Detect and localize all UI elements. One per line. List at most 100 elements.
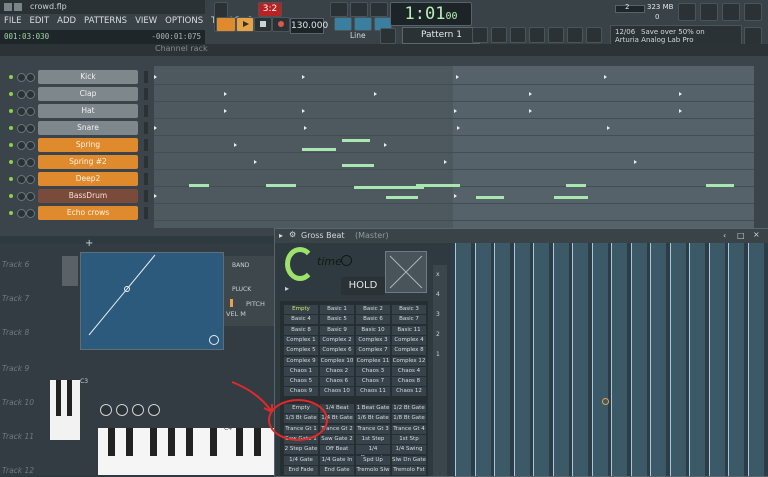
time-preset-button[interactable]: Chaos 5 [284, 377, 318, 387]
undo-icon[interactable] [678, 3, 696, 21]
menu-edit[interactable]: EDIT [26, 14, 54, 28]
menu-add[interactable]: ADD [53, 14, 80, 28]
black-key[interactable] [126, 428, 133, 456]
pan-knob[interactable] [17, 107, 26, 116]
pattern-mode-button[interactable] [216, 17, 236, 32]
step-marker[interactable] [456, 75, 459, 79]
channel-button[interactable]: Snare [38, 121, 138, 135]
channel-led-icon[interactable] [9, 92, 13, 96]
time-preset-button[interactable]: Basic 2 [356, 305, 390, 314]
time-preset-button[interactable]: Chaos 10 [320, 387, 354, 397]
note-bar[interactable] [342, 139, 370, 142]
volume-preset-button[interactable]: 1/4 Gate Out [284, 455, 318, 472]
time-preset-button[interactable]: Chaos 1 [284, 366, 318, 376]
black-key[interactable] [210, 428, 217, 456]
time-preset-button[interactable]: Chaos 9 [284, 387, 318, 397]
xy-pad[interactable] [385, 251, 427, 293]
volume-preset-button[interactable]: Tremolo Slw [356, 465, 390, 475]
time-preset-button[interactable]: Basic 4 [284, 315, 318, 325]
channel-led-icon[interactable] [9, 109, 13, 113]
pan-knob[interactable] [17, 192, 26, 201]
step-marker[interactable] [529, 92, 532, 96]
step-marker[interactable] [304, 126, 307, 130]
channel-led-icon[interactable] [9, 75, 13, 79]
step-marker[interactable] [457, 126, 460, 130]
grid-step-column[interactable] [513, 243, 530, 476]
envelope-editor[interactable] [80, 252, 224, 350]
time-preset-button[interactable]: Basic 1 [320, 305, 354, 314]
countdown-button[interactable] [370, 2, 388, 17]
volume-preset-button[interactable]: 1/4 Dynamic [356, 445, 390, 461]
time-preset-button[interactable]: Basic 8 [284, 325, 318, 335]
step-marker[interactable] [254, 160, 257, 164]
time-preset-button[interactable]: Basic 6 [356, 315, 390, 325]
plugin-database-icon[interactable] [567, 27, 583, 43]
volume-preset-button[interactable]: 1/4 Swing [392, 445, 426, 455]
channel-button[interactable]: Deep2 [38, 172, 138, 186]
step-marker[interactable] [154, 194, 157, 198]
step-lane[interactable] [154, 206, 754, 221]
hold-button[interactable]: HOLD [341, 277, 385, 295]
play-button[interactable] [236, 17, 254, 32]
window-control-icon[interactable] [4, 3, 12, 11]
time-preset-button[interactable]: Basic 10 [356, 325, 390, 335]
menu-view[interactable]: VIEW [131, 14, 161, 28]
time-preset-button[interactable]: Chaos 11 [356, 387, 390, 397]
step-marker[interactable] [374, 92, 377, 96]
step-marker[interactable] [679, 109, 682, 113]
grid-step-column[interactable] [728, 243, 744, 476]
step-marker[interactable] [154, 126, 157, 130]
time-preset-button[interactable]: Chaos 6 [320, 377, 354, 387]
channel-led-icon[interactable] [9, 160, 13, 164]
step-marker[interactable] [454, 109, 457, 113]
gear-icon[interactable] [209, 335, 219, 345]
time-preset-button[interactable]: Chaos 12 [392, 387, 426, 397]
mini-keyboard[interactable]: C3 [50, 378, 88, 440]
black-key[interactable] [56, 380, 61, 416]
channel-button[interactable]: Spring #2 [38, 155, 138, 169]
channel-led-icon[interactable] [9, 143, 13, 147]
step-lane[interactable] [154, 155, 754, 170]
grid-step-column[interactable] [630, 243, 647, 476]
channel-button[interactable]: Echo crows [38, 206, 138, 220]
plug-icon[interactable] [744, 3, 762, 21]
volume-knob[interactable] [26, 141, 35, 150]
playlist-window-icon[interactable] [472, 27, 488, 43]
note-bar[interactable] [342, 164, 374, 167]
black-key[interactable] [108, 428, 115, 456]
black-key[interactable] [168, 428, 175, 456]
time-preset-button[interactable]: Complex 1 [284, 335, 318, 345]
volume-preset-button[interactable]: Trance Gt 4 [392, 424, 426, 434]
channel-led-icon[interactable] [9, 177, 13, 181]
pan-knob[interactable] [17, 124, 26, 133]
sus-knob[interactable] [132, 404, 144, 416]
step-lane[interactable] [154, 87, 754, 102]
volume-preset-button[interactable]: Slw Dn Gate [392, 455, 426, 465]
snap-button[interactable] [334, 17, 352, 31]
grid-step-column[interactable] [669, 243, 686, 476]
volume-preset-button[interactable]: Tremolo Fst [392, 465, 426, 475]
step-lane[interactable] [154, 121, 754, 136]
volume-preset-button[interactable]: 1 Beat Gate [356, 404, 390, 413]
step-marker[interactable] [302, 109, 305, 113]
volume-knob[interactable] [26, 73, 35, 82]
channel-led-icon[interactable] [9, 194, 13, 198]
volume-preset-button[interactable]: 1/8 Bt Gate [392, 414, 426, 424]
song-time-display[interactable]: 1:0100 [390, 2, 472, 26]
piano-keyboard[interactable]: C4 [98, 425, 274, 475]
channel-select-icon[interactable] [144, 207, 148, 219]
time-preset-button[interactable]: Complex 4 [392, 335, 426, 345]
volume-preset-button[interactable]: 1/4 Gate In [320, 455, 354, 465]
volume-preset-button[interactable]: End Gate [320, 465, 354, 475]
time-preset-button[interactable]: Complex 3 [356, 335, 390, 345]
time-preset-button[interactable]: Complex 2 [320, 335, 354, 345]
step-marker[interactable] [604, 75, 607, 79]
att-knob[interactable] [100, 404, 112, 416]
step-marker[interactable] [154, 75, 157, 79]
note-bar[interactable] [302, 148, 336, 151]
time-preset-button[interactable]: Basic 9 [320, 325, 354, 335]
volume-preset-button[interactable]: Off Beat [320, 445, 354, 455]
gear-icon[interactable]: ⚙ [289, 230, 296, 239]
pan-knob[interactable] [17, 90, 26, 99]
note-bar[interactable] [554, 196, 588, 199]
